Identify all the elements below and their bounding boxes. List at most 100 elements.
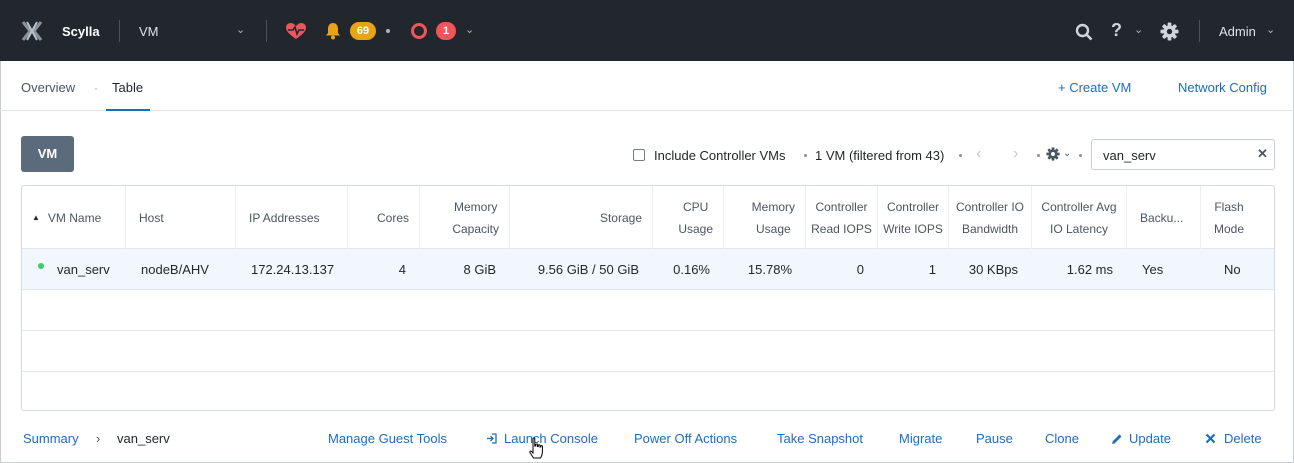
sort-ascending-icon[interactable]: ▲ — [32, 207, 40, 229]
table-cell: 8 GiB — [463, 262, 496, 277]
divider — [266, 20, 267, 42]
help-icon[interactable]: ? — [1111, 20, 1122, 41]
table-row-empty — [22, 372, 1274, 410]
column-header-label: Cores — [376, 210, 409, 225]
chevron-down-icon[interactable]: ⌄ — [1063, 148, 1071, 159]
column-header-label: Controller IO Bandwidth — [955, 199, 1025, 236]
clear-search-icon[interactable]: ✕ — [1257, 146, 1268, 162]
active-tab-indicator — [106, 109, 150, 111]
column-header[interactable]: Memory Capacity — [420, 186, 510, 249]
column-header[interactable]: CPU Usage — [653, 186, 724, 249]
separator-dot — [1037, 154, 1040, 157]
heart-pulse-icon[interactable] — [285, 22, 307, 40]
column-header-label: Host — [139, 210, 164, 225]
pencil-icon[interactable] — [1111, 433, 1123, 445]
cluster-name[interactable]: Scylla — [62, 24, 100, 39]
manage-guest-tools-button[interactable]: Manage Guest Tools — [328, 431, 447, 446]
clone-button[interactable]: Clone — [1045, 431, 1079, 446]
table-cell: 4 — [398, 262, 406, 277]
column-header[interactable]: Memory Usage — [724, 186, 806, 249]
table-cell: No — [1224, 262, 1241, 277]
tab-separator: · — [94, 81, 98, 95]
create-vm-link[interactable]: + Create VM — [1058, 80, 1131, 95]
critical-ring-icon[interactable] — [411, 23, 427, 39]
power-off-actions-button[interactable]: Power Off Actions — [634, 431, 737, 446]
warning-alert-count[interactable]: 69 — [350, 22, 376, 40]
column-header-label: Controller Read IOPS — [811, 199, 872, 236]
vm-count: 1 VM (filtered from 43) — [815, 148, 945, 163]
column-header[interactable]: Controller Avg IO Latency — [1032, 186, 1127, 249]
table-row-empty — [22, 290, 1274, 331]
user-menu[interactable]: Admin — [1219, 24, 1256, 39]
pause-button[interactable]: Pause — [976, 431, 1013, 446]
column-header[interactable]: Flash Mode — [1201, 186, 1274, 249]
next-page-button[interactable]: › — [1013, 145, 1018, 163]
table-cell: 1 — [928, 262, 936, 277]
column-header[interactable]: Controller Read IOPS — [806, 186, 878, 249]
gear-icon[interactable] — [1046, 147, 1060, 161]
breadcrumb-separator: › — [96, 431, 101, 446]
take-snapshot-button[interactable]: Take Snapshot — [777, 431, 863, 446]
vm-view-button[interactable]: VM — [21, 136, 74, 172]
search-input-value[interactable]: van_serv — [1103, 148, 1156, 163]
column-header[interactable]: Controller Write IOPS — [878, 186, 949, 249]
table-cell: 1.62 ms — [1066, 262, 1113, 277]
column-header[interactable]: Backu... — [1127, 186, 1201, 249]
separator-dot — [804, 154, 807, 157]
chevron-down-icon[interactable]: ⌄ — [465, 23, 474, 36]
column-header[interactable]: Controller IO Bandwidth — [949, 186, 1032, 249]
top-navigation-bar: Scylla VM ⌄ 69 1 ⌄ ? ⌄ Admin ⌄ — [0, 0, 1294, 61]
column-header-label: IP Addresses — [249, 210, 320, 225]
table-row-empty — [22, 331, 1274, 372]
column-header[interactable]: IP Addresses — [236, 186, 348, 249]
network-config-link[interactable]: Network Config — [1178, 80, 1267, 95]
summary-link[interactable]: Summary — [23, 431, 79, 446]
column-header-label: Flash Mode — [1214, 199, 1245, 236]
x-logo-icon[interactable] — [20, 20, 44, 42]
gear-icon[interactable] — [1160, 22, 1179, 41]
table-row[interactable]: van_serv nodeB/AHV 172.24.13.137 4 8 GiB 9.56… — [22, 249, 1274, 290]
table-cell: 0 — [856, 262, 864, 277]
entity-selector[interactable]: VM — [139, 24, 159, 39]
table-header-row: ▲ VM Name Host IP Addresses Cores Memory Capa… — [22, 186, 1274, 249]
column-header[interactable]: Host — [126, 186, 236, 249]
table-cell[interactable]: van_serv — [22, 249, 126, 290]
breadcrumb-current: van_serv — [117, 431, 170, 446]
column-header[interactable]: Cores — [348, 186, 420, 249]
close-icon[interactable] — [1205, 433, 1216, 444]
column-header-label: Backu... — [1140, 210, 1184, 225]
column-header-label: Storage — [599, 210, 642, 225]
table-cell: Yes — [1142, 262, 1164, 277]
launch-console-button[interactable]: Launch Console — [504, 431, 598, 446]
separator-dot — [1079, 154, 1082, 157]
chevron-down-icon[interactable]: ⌄ — [1266, 23, 1275, 36]
separator-dot — [386, 29, 390, 33]
chevron-down-icon[interactable]: ⌄ — [236, 23, 245, 36]
tab-overview[interactable]: Overview — [21, 80, 75, 95]
previous-page-button[interactable]: ‹ — [976, 145, 981, 163]
search-icon[interactable] — [1075, 23, 1093, 41]
tab-table[interactable]: Table — [112, 80, 143, 95]
vm-table: ▲ VM Name Host IP Addresses Cores Memory Capa… — [21, 185, 1275, 411]
divider — [1199, 20, 1200, 42]
launch-console-icon[interactable] — [486, 433, 497, 444]
separator-dot — [959, 154, 962, 157]
update-button[interactable]: Update — [1129, 431, 1171, 446]
table-cell: 172.24.13.137 — [251, 262, 335, 277]
column-header[interactable]: Storage — [510, 186, 653, 249]
column-header-label: Memory Usage — [751, 199, 795, 236]
include-controller-vms-label[interactable]: Include Controller VMs — [654, 148, 786, 163]
table-cell: nodeB/AHV — [141, 262, 209, 277]
bell-icon[interactable] — [324, 22, 342, 40]
table-cell: 15.78% — [747, 262, 792, 277]
critical-alert-count[interactable]: 1 — [436, 22, 456, 40]
chevron-down-icon[interactable]: ⌄ — [1134, 23, 1143, 36]
table-cell: 9.56 GiB / 50 GiB — [537, 262, 639, 277]
migrate-button[interactable]: Migrate — [899, 431, 942, 446]
column-header-label: VM Name — [47, 210, 102, 225]
column-header-label: Controller Write IOPS — [883, 199, 943, 236]
column-header[interactable]: ▲ VM Name — [22, 186, 126, 249]
sub-navigation: Overview · Table + Create VM Network Con… — [0, 61, 1294, 111]
include-controller-vms-checkbox[interactable] — [633, 149, 645, 161]
delete-button[interactable]: Delete — [1224, 431, 1262, 446]
